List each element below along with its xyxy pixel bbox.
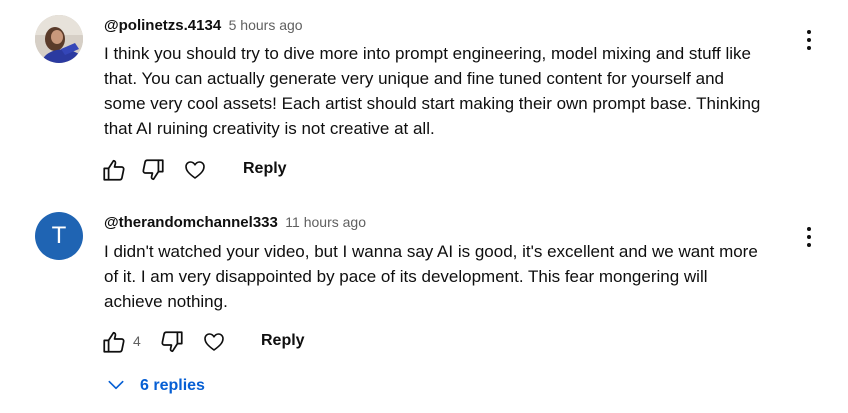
heart-icon[interactable]: [183, 158, 209, 184]
heart-icon[interactable]: [202, 330, 228, 356]
comment-text-line: that. You can actually generate very uni…: [104, 69, 724, 88]
comment-text: I think you should try to dive more into…: [104, 41, 760, 141]
thumbs-up-icon[interactable]: [101, 157, 127, 183]
comment-text-line: of it. I am very disappointed by pace of…: [104, 267, 708, 286]
reply-button[interactable]: Reply: [243, 159, 287, 179]
author-name[interactable]: @polinetzs.4134: [104, 17, 221, 34]
comment-header: @therandomchannel333 11 hours ago: [104, 213, 366, 232]
thumbs-down-icon[interactable]: [140, 157, 166, 183]
comment-text-line: I didn't watched your video, but I wanna…: [104, 242, 758, 261]
comment-text: I didn't watched your video, but I wanna…: [104, 239, 758, 314]
reply-button[interactable]: Reply: [261, 331, 305, 351]
thumbs-down-icon[interactable]: [159, 329, 185, 355]
avatar[interactable]: T: [35, 212, 83, 260]
kebab-menu-icon[interactable]: [797, 27, 821, 53]
avatar-photo-image: [35, 15, 83, 63]
comment-timestamp[interactable]: 11 hours ago: [285, 214, 366, 230]
avatar[interactable]: [35, 15, 83, 63]
comment-text-line: that AI ruining creativity is not creati…: [104, 119, 435, 138]
comment-text-line: achieve nothing.: [104, 292, 228, 311]
comment-text-line: I think you should try to dive more into…: [104, 44, 751, 63]
author-name[interactable]: @therandomchannel333: [104, 214, 278, 231]
chevron-down-icon: [108, 380, 124, 390]
thumbs-up-icon[interactable]: [101, 329, 127, 355]
comment-header: @polinetzs.4134 5 hours ago: [104, 16, 303, 35]
comment-text-line: some very cool assets! Each artist shoul…: [104, 94, 761, 113]
replies-count-label: 6 replies: [140, 377, 205, 394]
kebab-menu-icon[interactable]: [797, 224, 821, 250]
comment-timestamp[interactable]: 5 hours ago: [229, 17, 303, 33]
avatar-letter: T: [51, 222, 67, 249]
like-count: 4: [133, 333, 141, 349]
